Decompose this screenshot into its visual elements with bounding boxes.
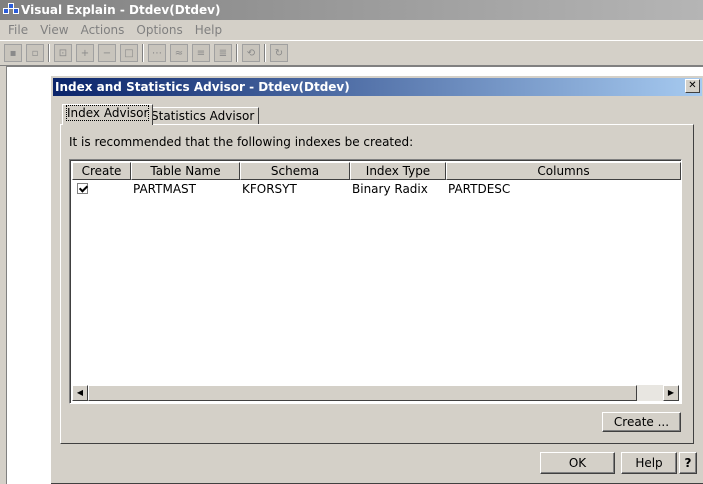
tab-statistics-advisor[interactable]: Statistics Advisor xyxy=(146,107,260,125)
help-button[interactable]: Help xyxy=(621,452,677,474)
save-icon[interactable]: ▪ xyxy=(4,44,22,62)
overview-icon[interactable]: □ xyxy=(120,44,138,62)
index-advisor-panel: It is recommended that the following ind… xyxy=(60,124,694,444)
horizontal-tree-icon[interactable]: ≈ xyxy=(170,44,188,62)
ok-button[interactable]: OK xyxy=(540,452,615,474)
table-name-cell: PARTMAST xyxy=(133,182,196,196)
column-header-columns[interactable]: Columns xyxy=(446,162,681,180)
context-help-button[interactable]: ? xyxy=(679,452,697,474)
column-header-create[interactable]: Create xyxy=(72,162,131,180)
table-row[interactable]: PARTMAST KFORSYT Binary Radix PARTDESC xyxy=(72,181,681,197)
vertical-tree-icon[interactable]: ≣ xyxy=(214,44,232,62)
index-table: Create Table Name Schema Index Type Colu… xyxy=(69,159,682,404)
zoom-out-icon[interactable]: − xyxy=(98,44,116,62)
menu-bar: File View Actions Options Help xyxy=(0,20,703,40)
zoom-in-icon[interactable]: + xyxy=(76,44,94,62)
table-header: Create Table Name Schema Index Type Colu… xyxy=(72,162,681,180)
refresh-icon[interactable]: ⟲ xyxy=(242,44,260,62)
toolbar-separator xyxy=(48,44,50,62)
close-icon[interactable]: ✕ xyxy=(685,79,700,93)
scrollbar-thumb[interactable] xyxy=(88,385,637,401)
dialog-title: Index and Statistics Advisor - Dtdev(Dtd… xyxy=(55,80,350,94)
animate-icon[interactable]: ↻ xyxy=(270,44,288,62)
create-checkbox[interactable] xyxy=(77,183,88,194)
menu-help[interactable]: Help xyxy=(195,23,222,37)
menu-options[interactable]: Options xyxy=(136,23,182,37)
menu-view[interactable]: View xyxy=(40,23,68,37)
tab-label: Statistics Advisor xyxy=(151,109,255,123)
schema-cell: KFORSYT xyxy=(242,182,297,196)
print-icon[interactable]: ▫ xyxy=(26,44,44,62)
tab-label: Index Advisor xyxy=(65,105,150,121)
column-header-schema[interactable]: Schema xyxy=(240,162,350,180)
create-button[interactable]: Create ... xyxy=(602,412,681,432)
app-title: Visual Explain - Dtdev(Dtdev) xyxy=(21,3,221,17)
toolbar-separator xyxy=(236,44,238,62)
tab-index-advisor[interactable]: Index Advisor xyxy=(62,104,154,125)
index-type-cell: Binary Radix xyxy=(352,182,428,196)
horizontal-layout-icon[interactable]: ⋯ xyxy=(148,44,166,62)
horizontal-scrollbar[interactable]: ◀ ▶ xyxy=(72,385,679,401)
column-header-table-name[interactable]: Table Name xyxy=(131,162,240,180)
create-cell xyxy=(72,181,131,197)
columns-cell: PARTDESC xyxy=(448,182,511,196)
advisor-dialog: Index and Statistics Advisor - Dtdev(Dtd… xyxy=(50,75,703,484)
visual-explain-icon xyxy=(3,3,19,17)
column-header-index-type[interactable]: Index Type xyxy=(350,162,446,180)
zoom-fit-icon[interactable]: ⊡ xyxy=(54,44,72,62)
dialog-title-bar: Index and Statistics Advisor - Dtdev(Dtd… xyxy=(53,78,702,96)
app-title-bar: Visual Explain - Dtdev(Dtdev) xyxy=(0,0,703,20)
vertical-layout-icon[interactable]: ≡ xyxy=(192,44,210,62)
menu-file[interactable]: File xyxy=(8,23,28,37)
toolbar-separator xyxy=(264,44,266,62)
recommendation-text: It is recommended that the following ind… xyxy=(69,135,414,149)
toolbar-separator xyxy=(142,44,144,62)
menu-actions[interactable]: Actions xyxy=(81,23,125,37)
scroll-right-icon[interactable]: ▶ xyxy=(663,385,679,401)
toolbar: ▪ ▫ ⊡ + − □ ⋯ ≈ ≡ ≣ ⟲ ↻ xyxy=(0,40,703,66)
scroll-left-icon[interactable]: ◀ xyxy=(72,385,88,401)
